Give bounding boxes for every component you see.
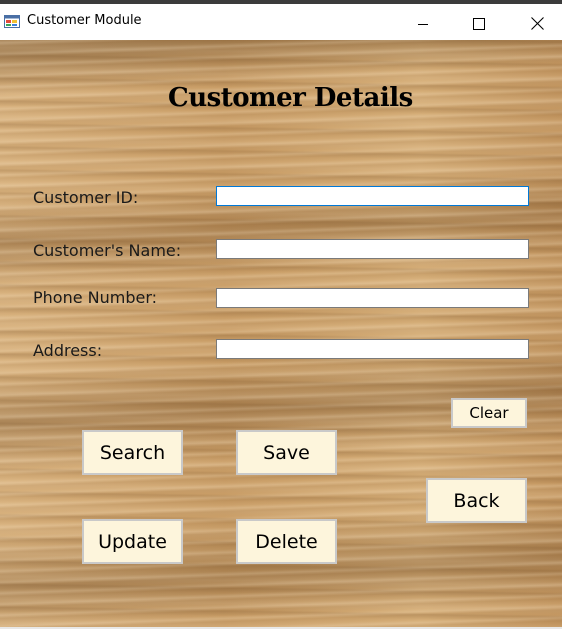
customer-id-field[interactable] (216, 186, 529, 206)
maximize-icon (473, 15, 485, 34)
page-title: Customer Details (168, 83, 413, 113)
phone-number-field[interactable] (216, 288, 529, 308)
window-title-bar[interactable]: Customer Module (0, 4, 562, 40)
maximize-button[interactable] (456, 8, 502, 40)
save-button[interactable]: Save (236, 430, 337, 475)
update-button[interactable]: Update (82, 519, 183, 564)
minimize-icon (417, 15, 429, 34)
back-button[interactable]: Back (426, 478, 527, 523)
address-label: Address: (33, 341, 103, 360)
address-field[interactable] (216, 339, 529, 359)
phone-number-label: Phone Number: (33, 288, 158, 307)
app-window-icon (4, 13, 20, 29)
customer-name-field[interactable] (216, 239, 529, 259)
delete-button[interactable]: Delete (236, 519, 337, 564)
search-button[interactable]: Search (82, 430, 183, 475)
minimize-button[interactable] (400, 8, 446, 40)
customer-name-label: Customer's Name: (33, 241, 182, 260)
customer-id-label: Customer ID: (33, 188, 139, 207)
close-button[interactable] (514, 8, 560, 40)
form-panel: Customer Details Customer ID: Customer's… (0, 40, 562, 627)
window-title: Customer Module (27, 13, 142, 28)
clear-button[interactable]: Clear (451, 398, 527, 428)
close-icon (530, 15, 544, 34)
